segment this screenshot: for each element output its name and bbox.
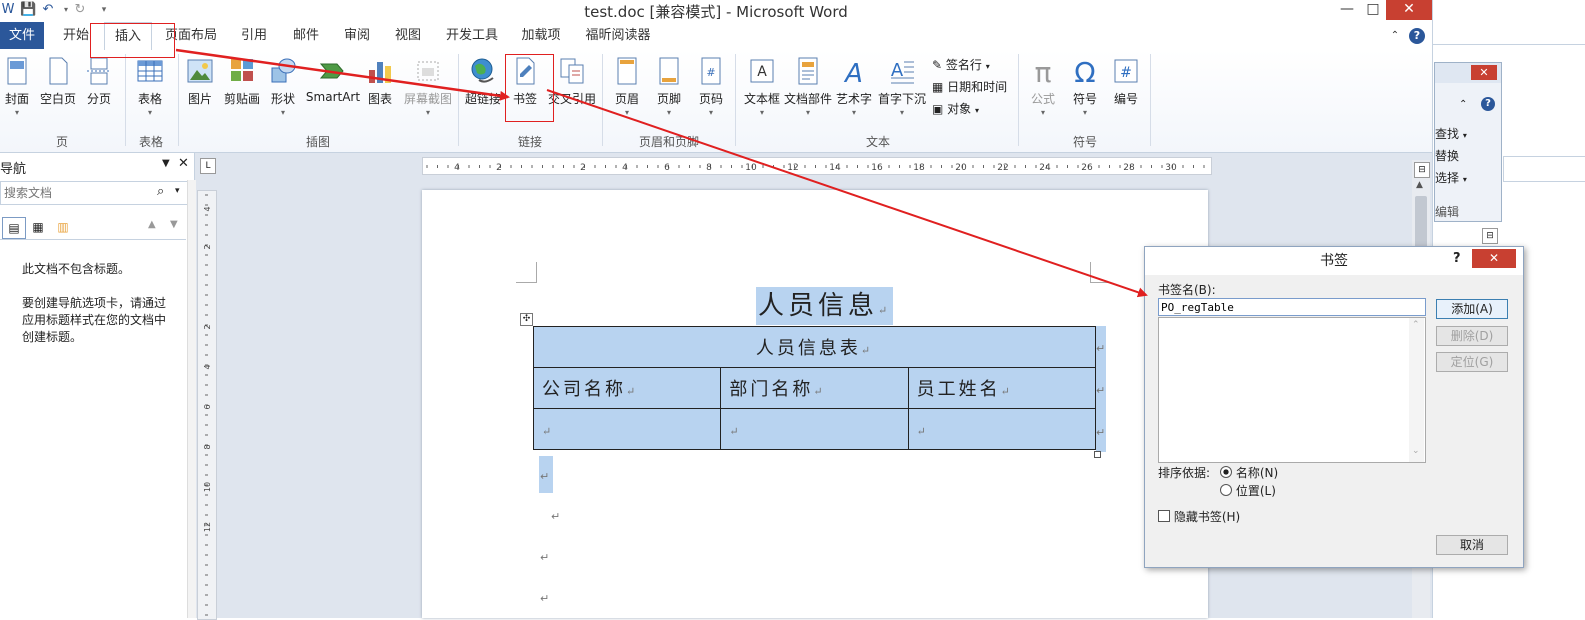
annotation-arrows — [175, 48, 1148, 298]
annotation-arrow-to-bookmark — [175, 48, 510, 101]
annotation-arrow-to-dialog — [546, 89, 1148, 298]
